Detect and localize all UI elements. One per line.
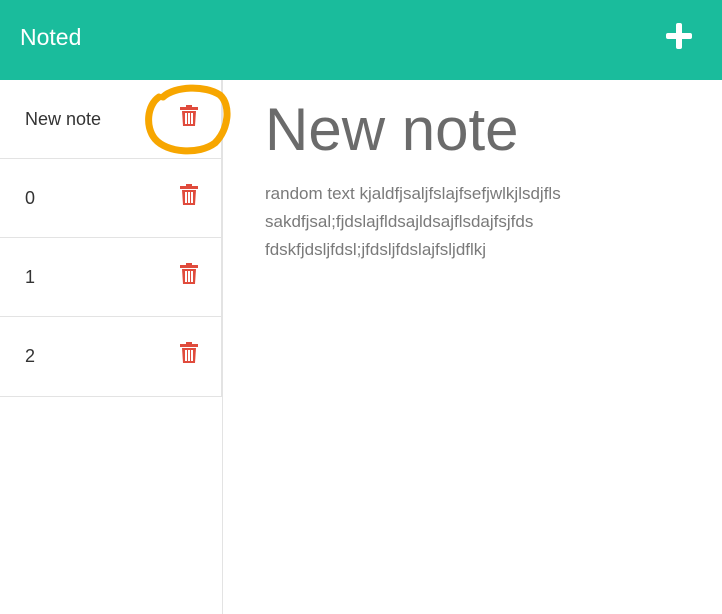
app-header: Noted xyxy=(0,0,722,80)
note-body-line: sakdfjsal;fjdslajfldsajldsajflsdajfsjfds xyxy=(265,212,534,231)
list-item[interactable]: 0 xyxy=(0,159,221,238)
list-item[interactable]: New note xyxy=(0,80,221,159)
note-title: New note xyxy=(25,109,102,129)
note-body-line: fdskfjdsljfdsl;jfdsljfdslajfsljdflkj xyxy=(265,240,487,259)
trash-icon xyxy=(180,263,198,284)
delete-note-button[interactable] xyxy=(179,342,199,364)
note-title: 0 xyxy=(25,188,36,208)
note-title-heading[interactable]: New note xyxy=(265,94,518,166)
plus-icon xyxy=(666,23,692,49)
note-list: New note 0 1 2 xyxy=(0,80,222,397)
trash-icon xyxy=(180,342,198,363)
note-editor: New note random text kjaldfjsaljfslajfse… xyxy=(224,80,722,614)
trash-icon xyxy=(180,105,198,126)
list-item[interactable]: 1 xyxy=(0,238,221,317)
note-title: 1 xyxy=(25,267,36,287)
notes-sidebar: New note 0 1 2 xyxy=(0,80,223,614)
app-title: Noted xyxy=(20,24,82,50)
note-body[interactable]: random text kjaldfjsaljfslajfsefjwlkjlsd… xyxy=(265,180,645,264)
delete-note-button[interactable] xyxy=(179,184,199,206)
add-note-button[interactable] xyxy=(664,21,694,51)
delete-note-button[interactable] xyxy=(179,263,199,285)
delete-note-button[interactable] xyxy=(179,105,199,127)
app-window: Noted New note 0 1 2 New note random tex… xyxy=(0,0,722,614)
trash-icon xyxy=(180,184,198,205)
note-body-line: random text kjaldfjsaljfslajfsefjwlkjlsd… xyxy=(265,184,561,203)
note-title: 2 xyxy=(25,346,36,366)
list-item[interactable]: 2 xyxy=(0,317,221,396)
